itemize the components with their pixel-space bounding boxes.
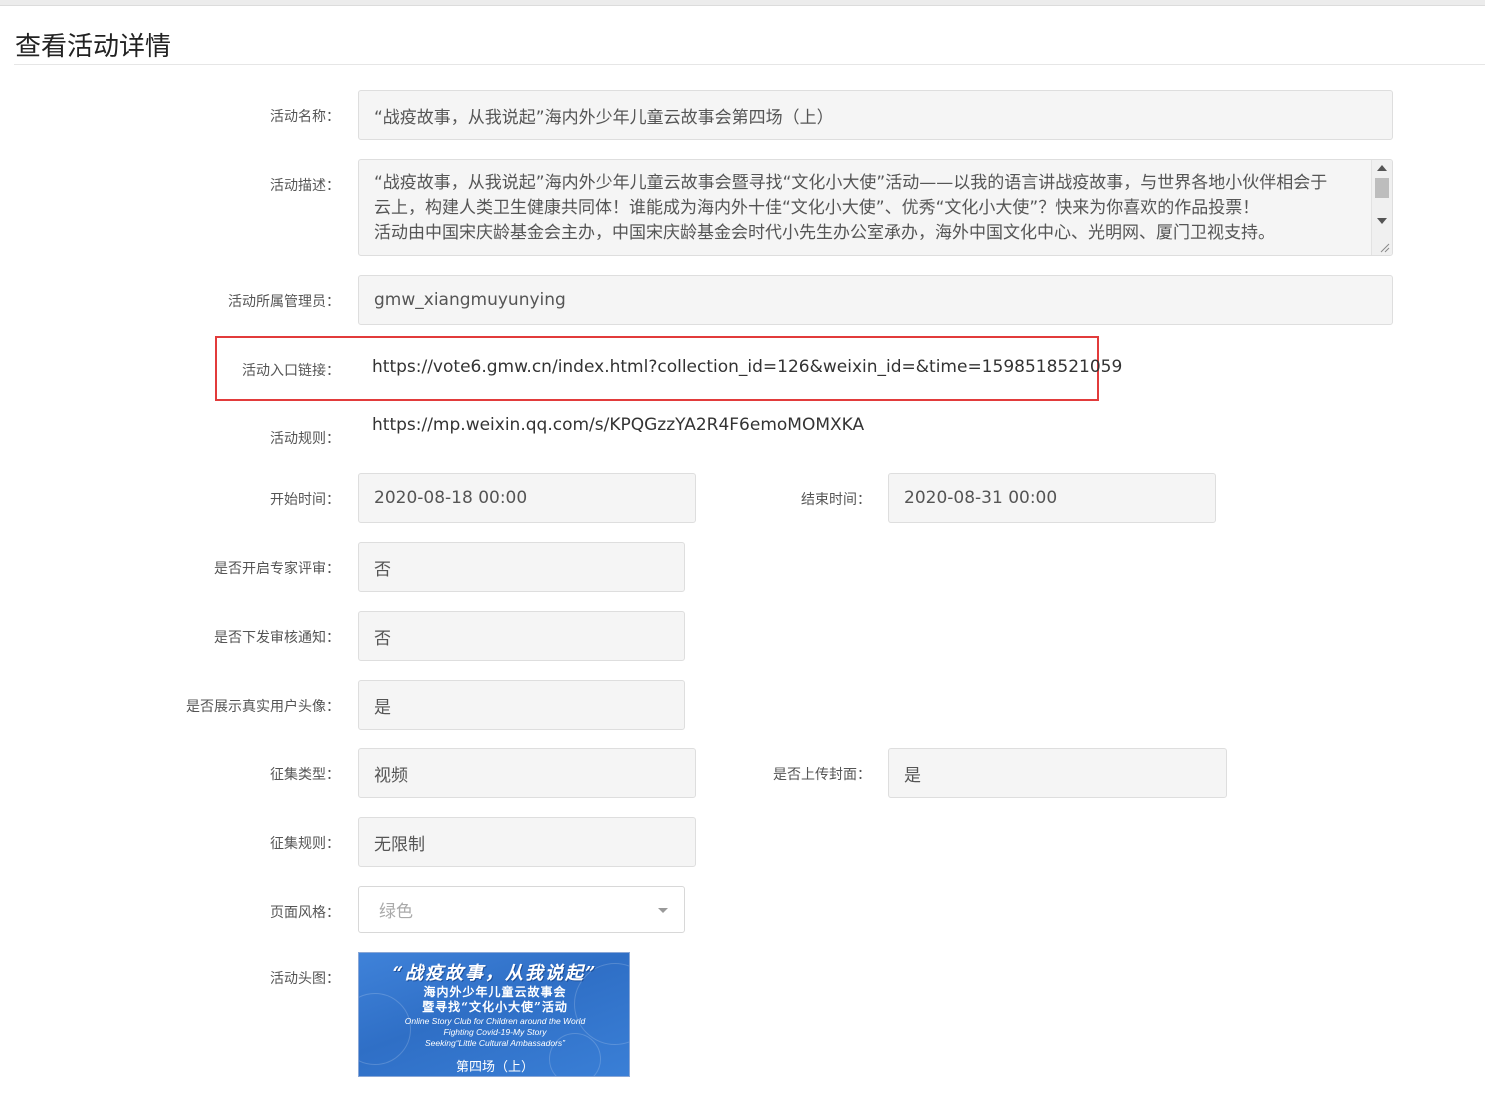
end-time-label: 结束时间：	[801, 492, 871, 508]
title-divider	[14, 64, 1485, 65]
page-style-label: 页面风格：	[270, 905, 340, 921]
scroll-up-arrow-icon[interactable]	[1377, 165, 1387, 171]
activity-header-image[interactable]: “战疫故事，从我说起” 海内外少年儿童云故事会 暨寻找“文化小大使”活动 Onl…	[358, 952, 630, 1077]
banner-english-line: Seeking“Little Cultural Ambassadors”	[425, 1038, 565, 1048]
scroll-down-arrow-icon[interactable]	[1377, 218, 1387, 224]
upload-cover-field[interactable]: 是	[888, 748, 1227, 798]
end-time-field[interactable]: 2020-08-31 00:00	[888, 473, 1216, 523]
review-notice-field[interactable]: 否	[358, 611, 685, 661]
page-style-select[interactable]: 绿色	[358, 886, 685, 933]
banner-session: 第四场（上）	[455, 1060, 534, 1075]
top-border	[0, 0, 1485, 6]
activity-name-label: 活动名称：	[270, 109, 340, 125]
activity-description-label: 活动描述：	[270, 178, 340, 194]
banner-english-line: Fighting Covid-19-My Story	[443, 1027, 547, 1037]
page-style-value: 绿色	[379, 902, 413, 922]
banner-subtitle: 暨寻找“文化小大使”活动	[422, 1000, 568, 1014]
description-line: “战疫故事，从我说起”海内外少年儿童云故事会暨寻找“文化小大使”活动——以我的语…	[374, 173, 1328, 193]
start-time-label: 开始时间：	[270, 492, 340, 508]
upload-cover-label: 是否上传封面：	[773, 767, 871, 783]
activity-description-textarea[interactable]: “战疫故事，从我说起”海内外少年儿童云故事会暨寻找“文化小大使”活动——以我的语…	[358, 159, 1393, 256]
chevron-down-icon	[658, 908, 668, 913]
collect-rule-field[interactable]: 无限制	[358, 817, 696, 867]
expert-review-field[interactable]: 否	[358, 542, 685, 592]
collect-type-field[interactable]: 视频	[358, 748, 696, 798]
scrollbar-thumb[interactable]	[1375, 178, 1389, 198]
collect-type-label: 征集类型：	[270, 767, 340, 783]
entry-link-label: 活动入口链接：	[242, 363, 340, 379]
banner-english-line: Online Story Club for Children around th…	[404, 1016, 586, 1026]
resize-grip-icon[interactable]	[1378, 241, 1390, 253]
expert-review-label: 是否开启专家评审：	[214, 561, 340, 577]
collect-rule-label: 征集规则：	[270, 836, 340, 852]
activity-rules-link[interactable]: https://mp.weixin.qq.com/s/KPQGzzYA2R4F6…	[372, 415, 864, 435]
activity-admin-field[interactable]: gmw_xiangmuyunying	[358, 275, 1393, 325]
banner-title: “战疫故事，从我说起”	[392, 963, 598, 984]
activity-name-field[interactable]: “战疫故事，从我说起”海内外少年儿童云故事会第四场（上）	[358, 90, 1393, 140]
page-title: 查看活动详情	[15, 32, 172, 62]
show-avatar-field[interactable]: 是	[358, 680, 685, 730]
start-time-field[interactable]: 2020-08-18 00:00	[358, 473, 696, 523]
description-line: 云上，构建人类卫生健康共同体！谁能成为海内外十佳“文化小大使”、优秀“文化小大使…	[374, 198, 1260, 218]
review-notice-label: 是否下发审核通知：	[214, 630, 340, 646]
activity-rules-label: 活动规则：	[270, 431, 340, 447]
entry-link-value[interactable]: https://vote6.gmw.cn/index.html?collecti…	[372, 357, 1122, 377]
description-text: “战疫故事，从我说起”海内外少年儿童云故事会暨寻找“文化小大使”活动——以我的语…	[374, 171, 1364, 246]
show-avatar-label: 是否展示真实用户头像：	[186, 699, 340, 715]
header-image-label: 活动头图：	[270, 971, 340, 987]
description-line: 活动由中国宋庆龄基金会主办，中国宋庆龄基金会时代小先生办公室承办，海外中国文化中…	[374, 223, 1275, 243]
activity-admin-label: 活动所属管理员：	[228, 294, 340, 310]
